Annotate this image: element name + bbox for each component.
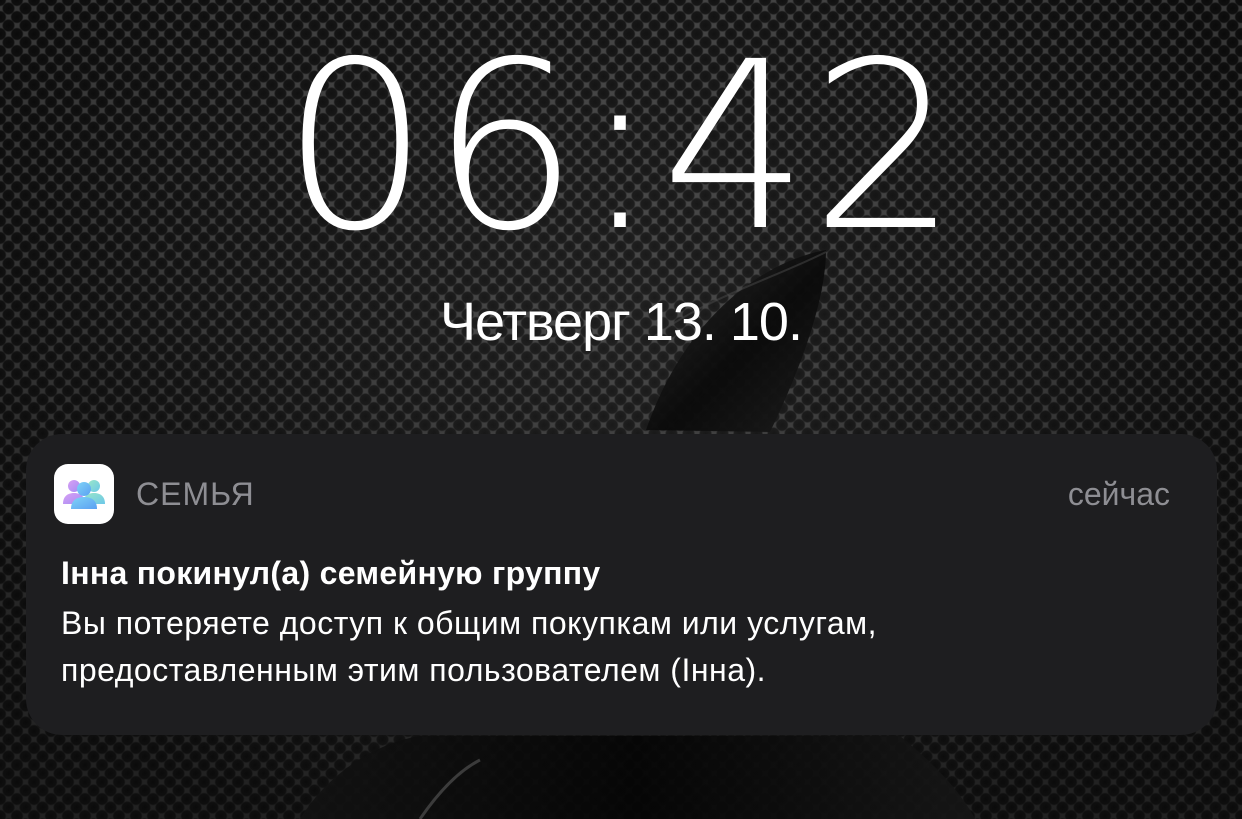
notification-body: Вы потеряете доступ к общим покупкам или…: [61, 600, 1181, 694]
lockscreen-time: 06:42: [281, 12, 961, 282]
notification-title: Інна покинул(а) семейную группу: [61, 555, 601, 591]
family-people-icon: [54, 464, 114, 524]
notification-timestamp: сейчас: [1067, 476, 1170, 512]
notification-body-line-1: Вы потеряете доступ к общим покупкам или…: [61, 605, 878, 641]
family-notification[interactable]: СЕМЬЯ сейчас Інна покинул(а) семейную гр…: [26, 434, 1217, 735]
app-name: СЕМЬЯ: [136, 476, 255, 512]
notification-body-line-2: предоставленным этим пользователем (Інна…: [61, 652, 767, 688]
lockscreen-date: Четверг 13. 10.: [440, 292, 803, 352]
